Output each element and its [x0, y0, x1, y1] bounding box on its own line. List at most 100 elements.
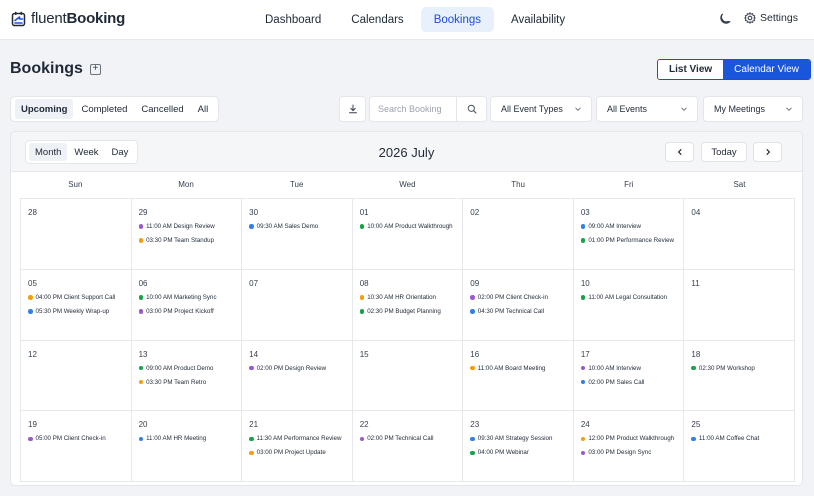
calendar-event[interactable]: 10:00 AM Product Walkthrough: [359, 223, 463, 230]
status-tab-completed[interactable]: Completed: [75, 99, 133, 119]
calendar-event[interactable]: 02:00 PM Sales Call: [580, 379, 684, 386]
nav-tab-availability[interactable]: Availability: [498, 7, 578, 32]
calendar-event[interactable]: 03:30 PM Team Standup: [138, 237, 242, 244]
status-tab-cancelled[interactable]: Cancelled: [135, 99, 189, 119]
day-cell[interactable]: 05 04:00 PM Client Support Call 05:30 PM W…: [21, 269, 132, 341]
search-booking-input[interactable]: [370, 97, 456, 121]
day-cell[interactable]: 07: [242, 269, 353, 341]
day-number: 08: [359, 278, 369, 288]
nav-tab-bookings[interactable]: Bookings: [420, 7, 494, 32]
event-dot: [580, 295, 586, 300]
events-select[interactable]: All Events: [596, 96, 698, 122]
calendar-event[interactable]: 12:00 PM Product Walkthrough: [580, 435, 684, 442]
day-cell[interactable]: 18 02:30 PM Workshop: [684, 340, 795, 412]
search-button[interactable]: [456, 97, 486, 121]
calendar-event[interactable]: 03:00 PM Project Update: [249, 449, 352, 456]
day-cell[interactable]: 21 11:30 AM Performance Review 03:00 PM Pr…: [242, 411, 353, 482]
calendar-event[interactable]: 09:00 AM Product Demo: [138, 365, 242, 372]
list-view-button[interactable]: List View: [658, 60, 724, 79]
day-cell[interactable]: 08 10:30 AM HR Orientation 02:30 PM Budget…: [352, 269, 464, 341]
calendar-event[interactable]: 02:30 PM Budget Planning: [359, 308, 463, 315]
calendar-event[interactable]: 09:30 AM Strategy Session: [470, 435, 573, 442]
day-cell[interactable]: 19 05:00 PM Client Check-in: [21, 411, 132, 482]
dark-mode-moon-icon[interactable]: [718, 12, 732, 26]
event-dot: [470, 295, 475, 300]
day-cell[interactable]: 03 09:00 AM Interview 01:00 PM Performance…: [573, 199, 685, 270]
day-cell[interactable]: 14 02:00 PM Design Review: [242, 340, 353, 412]
event-dot: [138, 309, 144, 314]
event-types-select[interactable]: All Event Types: [490, 96, 592, 122]
day-cell[interactable]: 30 09:30 AM Sales Demo: [242, 199, 353, 270]
calendar-event[interactable]: 05:00 PM Client Check-in: [28, 435, 131, 442]
calendar-event[interactable]: 02:00 PM Client Check-in: [470, 294, 573, 301]
calendar-event[interactable]: 11:00 AM Coffee Chat: [691, 435, 794, 442]
calendar-event[interactable]: 11:30 AM Performance Review: [249, 435, 352, 442]
event-dot: [138, 224, 144, 229]
calendar-event[interactable]: 02:00 PM Design Review: [249, 365, 352, 372]
calendar-event[interactable]: 04:30 PM Technical Call: [470, 308, 573, 315]
calendar-event[interactable]: 04:00 PM Webinar: [470, 449, 573, 456]
nav-tab-calendars[interactable]: Calendars: [338, 7, 416, 32]
day-cell[interactable]: 24 12:00 PM Product Walkthrough 03:00 PM D…: [573, 411, 685, 482]
day-cell[interactable]: 06 10:00 AM Marketing Sync 03:00 PM Projec…: [131, 269, 243, 341]
day-cell[interactable]: 12: [21, 340, 132, 412]
day-cell[interactable]: 11: [684, 269, 795, 341]
calendar-event[interactable]: 01:00 PM Performance Review: [580, 237, 684, 244]
today-button[interactable]: Today: [701, 142, 747, 162]
add-booking-plus-icon[interactable]: +: [89, 63, 101, 75]
calendar-event[interactable]: 03:00 PM Design Sync: [580, 449, 684, 456]
day-cell[interactable]: 29 11:00 AM Design Review 03:30 PM Team St…: [131, 199, 243, 270]
status-tab-all[interactable]: All: [192, 99, 215, 119]
calendar-event[interactable]: 09:30 AM Sales Demo: [249, 223, 352, 230]
settings-button[interactable]: Settings: [744, 12, 798, 24]
calendar-event[interactable]: 11:00 AM Board Meeting: [470, 365, 573, 372]
calendar-event[interactable]: 03:30 PM Team Retro: [138, 379, 242, 386]
event-dot: [138, 295, 144, 300]
day-cell[interactable]: 04: [684, 199, 795, 270]
calendar-view-button[interactable]: Calendar View: [723, 60, 811, 79]
calendar-event[interactable]: 02:30 PM Workshop: [691, 365, 794, 372]
calendar-event[interactable]: 11:00 AM Design Review: [138, 223, 242, 230]
nav-tab-dashboard[interactable]: Dashboard: [252, 7, 334, 32]
mode-day-button[interactable]: Day: [106, 143, 135, 161]
calendar-event[interactable]: 11:00 AM HR Meeting: [138, 435, 242, 442]
calendar-event[interactable]: 04:00 PM Client Support Call: [28, 294, 131, 301]
calendar-event[interactable]: 10:30 AM HR Orientation: [359, 293, 463, 301]
day-number: 16: [470, 349, 480, 359]
day-number: 17: [580, 349, 590, 359]
mode-week-button[interactable]: Week: [68, 143, 104, 161]
day-cell[interactable]: 10 11:00 AM Legal Consultation: [573, 269, 685, 341]
calendar-event[interactable]: 11:00 AM Legal Consultation: [580, 294, 684, 301]
mode-month-button[interactable]: Month: [29, 143, 68, 161]
page-title-text: Bookings: [10, 60, 83, 77]
chevron-right-icon: [765, 148, 770, 156]
calendar-event[interactable]: 02:00 PM Technical Call: [359, 435, 463, 442]
day-cell[interactable]: 09 02:00 PM Client Check-in 04:30 PM Techn…: [463, 269, 574, 341]
previous-month-button[interactable]: [665, 142, 694, 162]
day-cell[interactable]: 23 09:30 AM Strategy Session 04:00 PM Webi…: [463, 411, 574, 482]
calendar-event[interactable]: 10:00 AM Interview: [580, 365, 684, 372]
calendar-event[interactable]: 10:00 AM Marketing Sync: [138, 294, 242, 301]
day-cell[interactable]: 25 11:00 AM Coffee Chat: [684, 411, 795, 482]
day-cell[interactable]: 22 02:00 PM Technical Call: [352, 411, 464, 482]
event-label: 10:30 AM HR Orientation: [367, 293, 436, 301]
day-cell[interactable]: 16 11:00 AM Board Meeting: [463, 340, 574, 412]
day-cell[interactable]: 20 11:00 AM HR Meeting: [131, 411, 243, 482]
day-cell[interactable]: 17 10:00 AM Interview 02:00 PM Sales Call: [573, 340, 685, 412]
calendar-event[interactable]: 03:00 PM Project Kickoff: [138, 308, 242, 315]
next-month-button[interactable]: [753, 142, 782, 162]
download-button[interactable]: [339, 96, 366, 122]
event-dot: [580, 365, 586, 371]
calendar-event[interactable]: 09:00 AM Interview: [580, 223, 684, 230]
calendar-event[interactable]: 05:30 PM Weekly Wrap-up: [28, 308, 131, 315]
status-tab-upcoming[interactable]: Upcoming: [15, 99, 74, 119]
day-cell[interactable]: 28: [21, 199, 132, 270]
event-dot: [470, 436, 475, 441]
day-cell[interactable]: 02: [463, 199, 574, 270]
brand-logo[interactable]: fluentBooking: [11, 10, 125, 27]
day-number: 22: [359, 420, 369, 430]
meetings-select[interactable]: My Meetings: [703, 96, 803, 122]
day-cell[interactable]: 13 09:00 AM Product Demo 03:30 PM Team Ret…: [131, 340, 243, 412]
day-cell[interactable]: 15: [352, 340, 464, 412]
day-cell[interactable]: 01 10:00 AM Product Walkthrough: [352, 199, 464, 270]
